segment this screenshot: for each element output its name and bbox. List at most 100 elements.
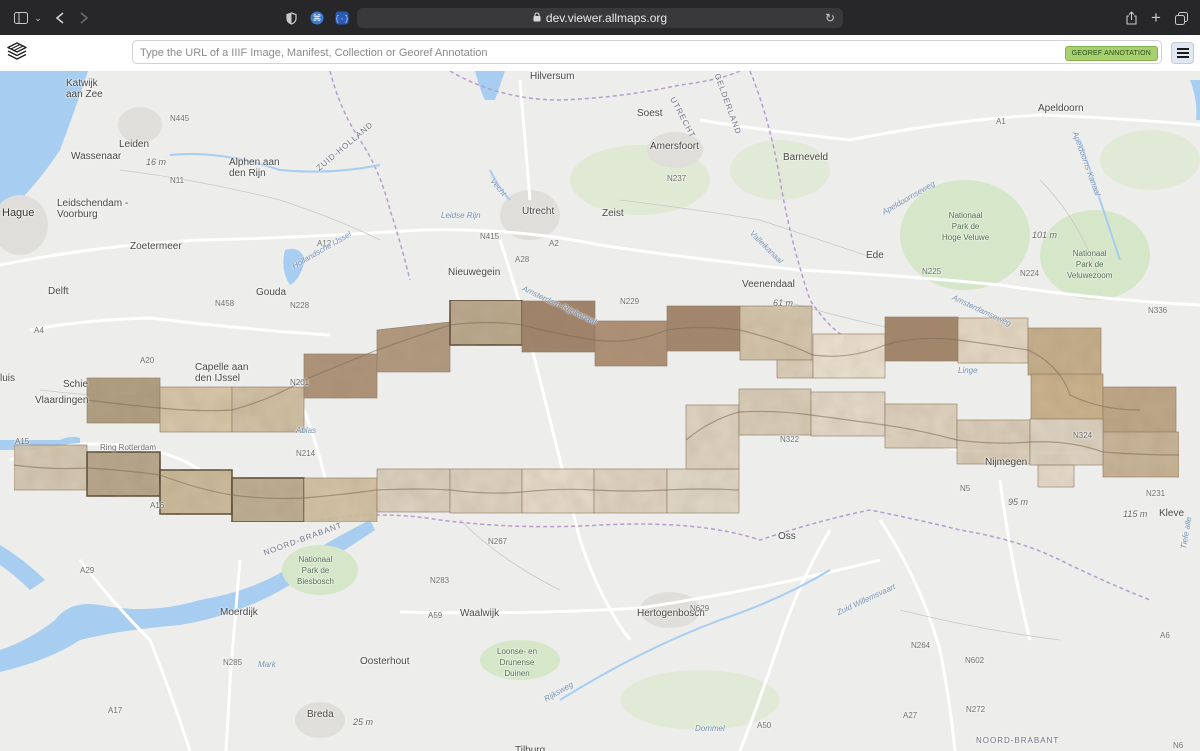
- road-label: N237: [667, 174, 687, 183]
- map-sheet-overlay[interactable]: [666, 468, 740, 514]
- map-sheet-overlay[interactable]: [159, 469, 233, 515]
- place-label: Oosterhout: [360, 656, 410, 667]
- svg-text:{·}: {·}: [335, 15, 349, 24]
- place-label: Alphen aan den Rijn: [229, 157, 280, 179]
- place-label: Nijmegen: [985, 457, 1028, 468]
- place-label: Waalwijk: [460, 608, 500, 619]
- road-label: N285: [223, 658, 243, 667]
- map-sheet-overlay[interactable]: [776, 359, 814, 379]
- elevation-label: 115 m: [1123, 509, 1148, 519]
- reload-icon[interactable]: ↻: [823, 11, 837, 25]
- elevation-label: 61 m: [773, 298, 794, 308]
- new-tab-icon[interactable]: +: [1149, 8, 1163, 28]
- road-label: A59: [428, 611, 443, 620]
- back-icon[interactable]: [53, 8, 67, 28]
- map-sheet-overlay[interactable]: [810, 391, 886, 437]
- menu-button[interactable]: [1171, 42, 1194, 64]
- water-label: Dommel: [695, 724, 725, 733]
- road-label: N225: [922, 267, 942, 276]
- road-label: N324: [1073, 431, 1093, 440]
- road-label: A50: [757, 721, 772, 730]
- address-text: dev.viewer.allmaps.org: [545, 11, 668, 25]
- map-sheet-overlay[interactable]: [957, 317, 1029, 364]
- road-label: A29: [80, 566, 95, 575]
- map-sheet-overlay[interactable]: [231, 477, 305, 523]
- road-label: N229: [620, 297, 640, 306]
- road-label: N5: [960, 484, 971, 493]
- forward-icon[interactable]: [77, 8, 91, 28]
- map-view[interactable]: Katwijk aan Zee Leiden Wassenaar Alphen aan d…: [0, 71, 1200, 751]
- elevation-label: 25 m: [353, 717, 374, 727]
- road-label: N264: [911, 641, 931, 650]
- region-label: NOORD-BRABANT: [976, 736, 1060, 745]
- road-label: N6: [1173, 741, 1184, 750]
- place-label: Hilversum: [530, 71, 575, 82]
- map-sheet-overlay[interactable]: [13, 444, 88, 491]
- elevation-label: 95 m: [1008, 497, 1029, 507]
- place-label: Kleve: [1159, 508, 1185, 519]
- share-icon[interactable]: [1124, 8, 1138, 28]
- road-label: N629: [690, 604, 710, 613]
- elevation-label: 101 m: [1032, 230, 1058, 240]
- url-search-box: GEOREF ANNOTATION: [132, 40, 1162, 64]
- road-label: A27: [903, 711, 918, 720]
- place-label: Zeist: [602, 208, 624, 219]
- road-label: N336: [1148, 306, 1168, 315]
- place-label: Wassenaar: [71, 151, 122, 162]
- road-label: A1: [996, 117, 1006, 126]
- sidebar-icon[interactable]: [12, 8, 30, 28]
- extension-icon[interactable]: ⌘: [309, 8, 325, 28]
- json-icon[interactable]: {·}: [334, 8, 350, 28]
- place-label: Schie: [63, 379, 89, 390]
- place-label: Veenendaal: [742, 279, 795, 290]
- address-bar[interactable]: dev.viewer.allmaps.org ↻: [357, 8, 843, 28]
- road-label: N11: [170, 176, 185, 185]
- map-sheet-overlay[interactable]: [1037, 464, 1075, 488]
- road-label: A6: [1160, 631, 1170, 640]
- map-sheet-overlay[interactable]: [376, 321, 451, 373]
- road-label: N283: [430, 576, 450, 585]
- map-sheet-overlay[interactable]: [303, 477, 378, 523]
- road-label: N415: [480, 232, 500, 241]
- map-sheet-overlay[interactable]: [1027, 327, 1102, 376]
- place-label: Vlaardingen: [35, 395, 89, 406]
- water-label: Leidse Rijn: [441, 211, 481, 220]
- georef-annotation-badge[interactable]: GEOREF ANNOTATION: [1064, 46, 1158, 61]
- map-sheet-overlay[interactable]: [86, 377, 161, 424]
- road-label: A17: [108, 706, 123, 715]
- tabs-overview-icon[interactable]: [1174, 8, 1188, 28]
- road-label: A15: [15, 437, 30, 446]
- road-label: N201: [290, 378, 310, 387]
- shield-icon[interactable]: [284, 8, 298, 28]
- georef-overlays: [13, 299, 1180, 523]
- place-label: Moerdijk: [220, 607, 258, 618]
- road-label: A20: [140, 356, 155, 365]
- allmaps-logo-icon[interactable]: [6, 41, 28, 63]
- place-label: luis: [0, 373, 16, 384]
- place-label: Capelle aan den IJssel: [195, 362, 249, 384]
- place-label: Nieuwegein: [448, 267, 501, 278]
- road-label: N458: [215, 299, 235, 308]
- map-sheet-overlay[interactable]: [594, 320, 668, 367]
- place-label: Utrecht: [522, 206, 555, 217]
- road-label: N322: [780, 435, 800, 444]
- chevron-down-icon[interactable]: ⌄: [33, 8, 43, 28]
- map-sheet-overlay[interactable]: [231, 386, 305, 433]
- road-label: N272: [966, 705, 986, 714]
- road-label: A2: [549, 239, 559, 248]
- place-label: Leidschendam - Voorburg: [57, 198, 129, 220]
- place-label: Soest: [637, 108, 663, 119]
- map-sheet-overlay[interactable]: [884, 403, 958, 449]
- road-label: N228: [290, 301, 310, 310]
- place-label: Tilburg: [515, 745, 546, 751]
- place-label: Delft: [48, 286, 69, 297]
- url-input[interactable]: [138, 44, 1042, 62]
- place-label: Breda: [307, 709, 334, 720]
- road-label: A28: [515, 255, 530, 264]
- place-label: Amersfoort: [650, 141, 699, 152]
- map-sheet-overlay[interactable]: [1030, 373, 1104, 420]
- place-label: Zoetermeer: [130, 241, 182, 252]
- road-label: A4: [34, 326, 44, 335]
- place-label: Barneveld: [783, 152, 829, 163]
- map-sheet-overlay[interactable]: [376, 468, 451, 513]
